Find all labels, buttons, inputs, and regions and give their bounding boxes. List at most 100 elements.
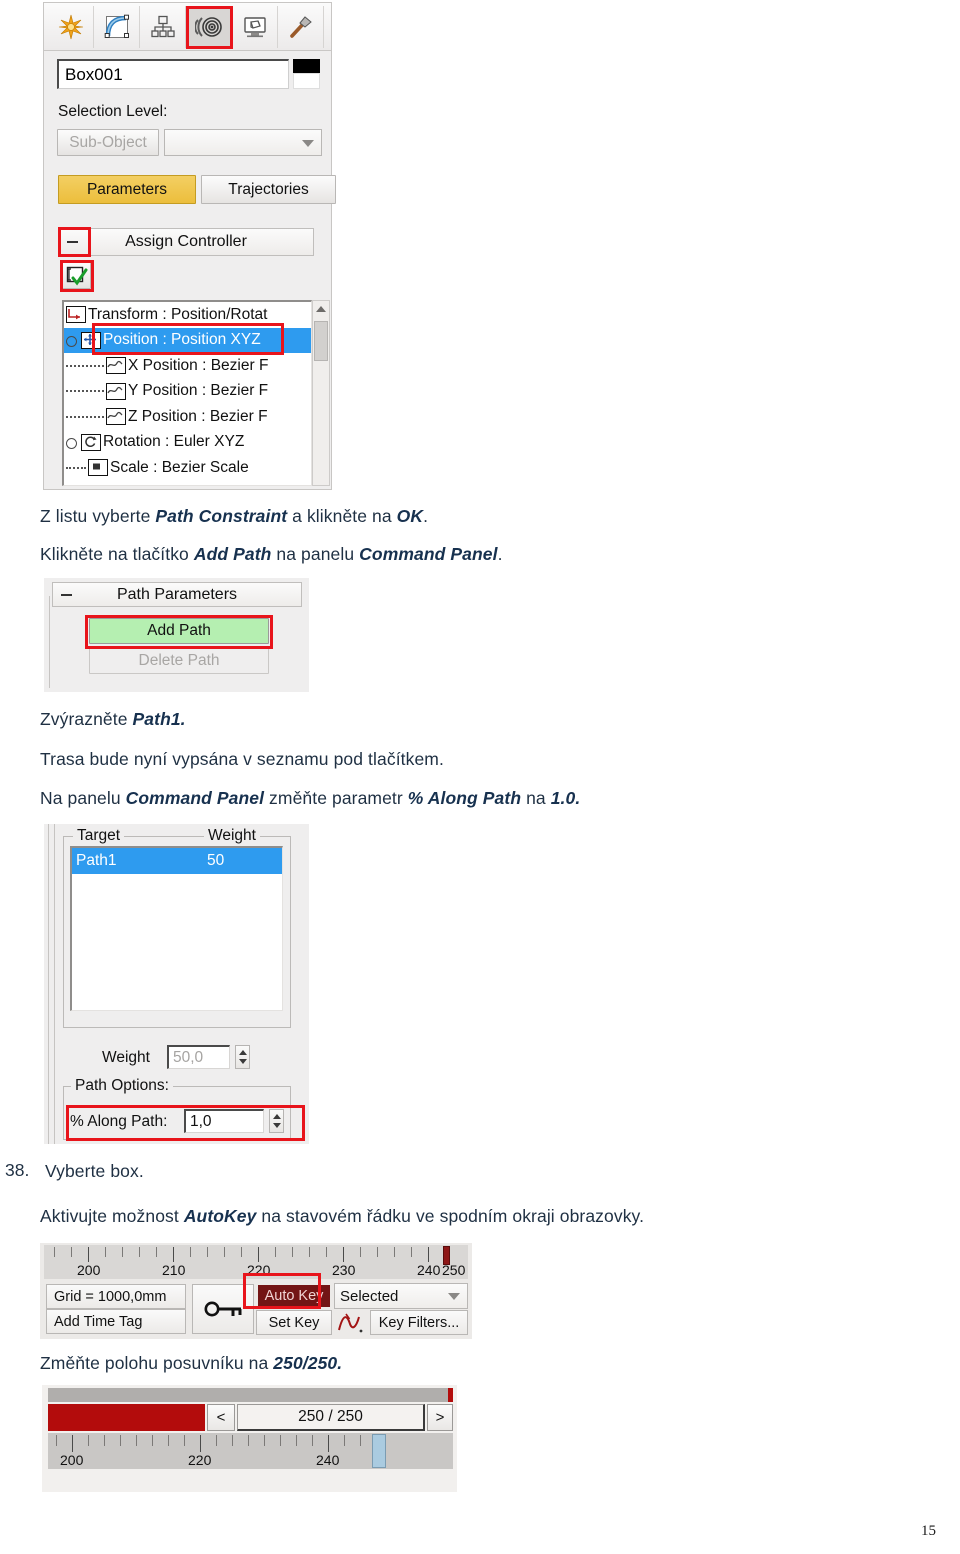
controller-tree-list[interactable]: Transform : Position/Rotat Position : Po… bbox=[62, 300, 312, 486]
text-part: Aktivujte možnost bbox=[40, 1206, 184, 1226]
text-part: Vyberte box. bbox=[45, 1161, 144, 1181]
rollout-path-parameters[interactable]: Path Parameters bbox=[52, 582, 302, 607]
time-slider-screenshot: < 250 / 250 > 200 220 240 bbox=[42, 1385, 457, 1492]
tab-trajectories[interactable]: Trajectories bbox=[201, 175, 336, 204]
ruler-tick bbox=[152, 1435, 153, 1446]
key-filters-button[interactable]: Key Filters... bbox=[370, 1310, 468, 1335]
delete-path-button[interactable]: Delete Path bbox=[89, 648, 269, 674]
tree-row[interactable]: Transform : Position/Rotat bbox=[64, 302, 311, 328]
instruction-line-5: Na panelu Command Panel změňte parametr … bbox=[40, 787, 920, 811]
weight-field-label: Weight bbox=[102, 1049, 150, 1066]
rollout-assign-controller[interactable]: Assign Controller bbox=[58, 228, 314, 256]
track-bar-top[interactable] bbox=[48, 1388, 453, 1402]
time-slider-track[interactable] bbox=[48, 1404, 205, 1431]
scrollbar-thumb[interactable] bbox=[314, 321, 328, 361]
spinner-down-icon[interactable] bbox=[238, 1059, 247, 1064]
ruler-label: 240 bbox=[417, 1262, 441, 1278]
tree-row[interactable]: Y Position : Bezier F bbox=[64, 379, 311, 405]
ruler-label: 220 bbox=[188, 1452, 212, 1468]
ruler-tick bbox=[139, 1247, 140, 1257]
target-list[interactable]: Path1 50 bbox=[70, 846, 283, 1011]
object-color-swatch[interactable] bbox=[293, 59, 320, 73]
spinner-up-icon[interactable] bbox=[238, 1050, 247, 1055]
set-key-button[interactable]: Set Key bbox=[256, 1310, 332, 1335]
ruler-label: 200 bbox=[77, 1262, 101, 1278]
expand-toggle-icon[interactable] bbox=[66, 436, 79, 449]
sub-object-button[interactable]: Sub-Object bbox=[57, 129, 159, 156]
ruler-tick bbox=[241, 1247, 242, 1257]
assign-controller-button[interactable] bbox=[62, 262, 91, 289]
ruler-tick-major bbox=[258, 1247, 259, 1262]
tree-row[interactable]: Scale : Bezier Scale bbox=[64, 455, 311, 481]
curve-icon bbox=[106, 382, 126, 400]
collapse-minus-icon bbox=[61, 593, 72, 596]
path-options-label: Path Options: bbox=[71, 1077, 173, 1095]
text-emphasis: 1.0. bbox=[550, 788, 581, 808]
tab-parameters[interactable]: Parameters bbox=[58, 175, 196, 204]
text-part: a klikněte na bbox=[287, 506, 397, 526]
path-parameters-screenshot: Path Parameters Add Path Delete Path bbox=[44, 578, 309, 692]
set-key-label: Set Key bbox=[268, 1314, 320, 1331]
status-time-ruler[interactable]: 200 210 220 230 240 250 bbox=[44, 1245, 468, 1279]
along-path-input[interactable]: 1,0 bbox=[184, 1109, 264, 1133]
grid-readout: Grid = 1000,0mm bbox=[46, 1284, 186, 1309]
create-icon[interactable] bbox=[48, 5, 94, 48]
motion-icon[interactable] bbox=[186, 5, 232, 48]
tree-row[interactable]: X Position : Bezier F bbox=[64, 353, 311, 379]
spinner-down-icon[interactable] bbox=[272, 1123, 281, 1128]
tree-row[interactable]: Rotation : Euler XYZ bbox=[64, 430, 311, 456]
utilities-icon[interactable] bbox=[278, 5, 324, 48]
ruler-tick bbox=[168, 1435, 169, 1446]
text-emphasis: Command Panel bbox=[359, 544, 498, 564]
add-path-button[interactable]: Add Path bbox=[89, 618, 269, 644]
display-icon[interactable] bbox=[232, 5, 278, 48]
ruler-tick bbox=[312, 1435, 313, 1446]
text-emphasis: Add Path bbox=[193, 544, 272, 564]
instruction-line-6: Aktivujte možnost AutoKey na stavovém řá… bbox=[40, 1205, 930, 1229]
text-part: Změňte polohu posuvníku na bbox=[40, 1353, 274, 1373]
text-part: Klikněte na tlačítko bbox=[40, 544, 194, 564]
scroll-up-icon[interactable] bbox=[316, 306, 326, 312]
tree-row[interactable]: Position : Position XYZ bbox=[64, 327, 311, 353]
weight-input[interactable]: 50,0 bbox=[167, 1045, 230, 1069]
object-color-swatch-light[interactable] bbox=[293, 73, 320, 89]
weight-spinner[interactable] bbox=[235, 1045, 250, 1069]
tree-connector bbox=[66, 466, 86, 469]
ruler-tick bbox=[216, 1435, 217, 1446]
position-icon bbox=[81, 331, 101, 349]
time-slider-thumb[interactable] bbox=[372, 1434, 386, 1468]
time-slider-ruler[interactable]: 200 220 240 bbox=[48, 1433, 453, 1469]
command-panel-toolbar[interactable] bbox=[44, 3, 331, 51]
ruler-tick bbox=[88, 1435, 89, 1446]
along-path-spinner[interactable] bbox=[269, 1109, 284, 1133]
key-curve-icon[interactable] bbox=[337, 1312, 363, 1338]
key-filter-dropdown[interactable]: Selected bbox=[334, 1283, 468, 1309]
page-number: 15 bbox=[921, 1523, 936, 1539]
ruler-tick bbox=[360, 1247, 361, 1257]
prev-frame-button[interactable]: < bbox=[207, 1404, 235, 1431]
next-frame-button[interactable]: > bbox=[427, 1404, 453, 1431]
sub-object-dropdown[interactable] bbox=[164, 129, 322, 156]
panel-left-rule bbox=[49, 596, 50, 688]
auto-key-button[interactable]: Auto Key bbox=[256, 1283, 332, 1309]
ruler-label: 220 bbox=[247, 1262, 271, 1278]
text-part: Trasa bude nyní vypsána v seznamu pod tl… bbox=[40, 749, 444, 769]
chevron-down-icon bbox=[448, 1293, 460, 1300]
text-part: změňte parametr bbox=[264, 788, 408, 808]
assign-controller-glyph bbox=[66, 266, 87, 286]
target-list-row[interactable]: Path1 50 bbox=[72, 848, 282, 874]
panel-left-rule-inner bbox=[54, 824, 55, 1144]
time-readout[interactable]: 250 / 250 bbox=[237, 1404, 425, 1431]
text-emphasis: 250/250. bbox=[273, 1353, 343, 1373]
add-time-tag-button[interactable]: Add Time Tag bbox=[46, 1309, 186, 1334]
hierarchy-icon[interactable] bbox=[140, 5, 186, 48]
controller-tree-scrollbar[interactable] bbox=[312, 300, 330, 486]
expand-toggle-icon[interactable] bbox=[66, 334, 79, 347]
tree-row-label: Y Position : Bezier F bbox=[128, 382, 269, 400]
object-name-field[interactable]: Box001 bbox=[57, 59, 289, 89]
modify-icon[interactable] bbox=[94, 5, 140, 48]
tree-row[interactable]: Z Position : Bezier F bbox=[64, 404, 311, 430]
ruler-tick-major bbox=[343, 1247, 344, 1262]
ruler-tick-major bbox=[328, 1435, 329, 1452]
spinner-up-icon[interactable] bbox=[272, 1114, 281, 1119]
